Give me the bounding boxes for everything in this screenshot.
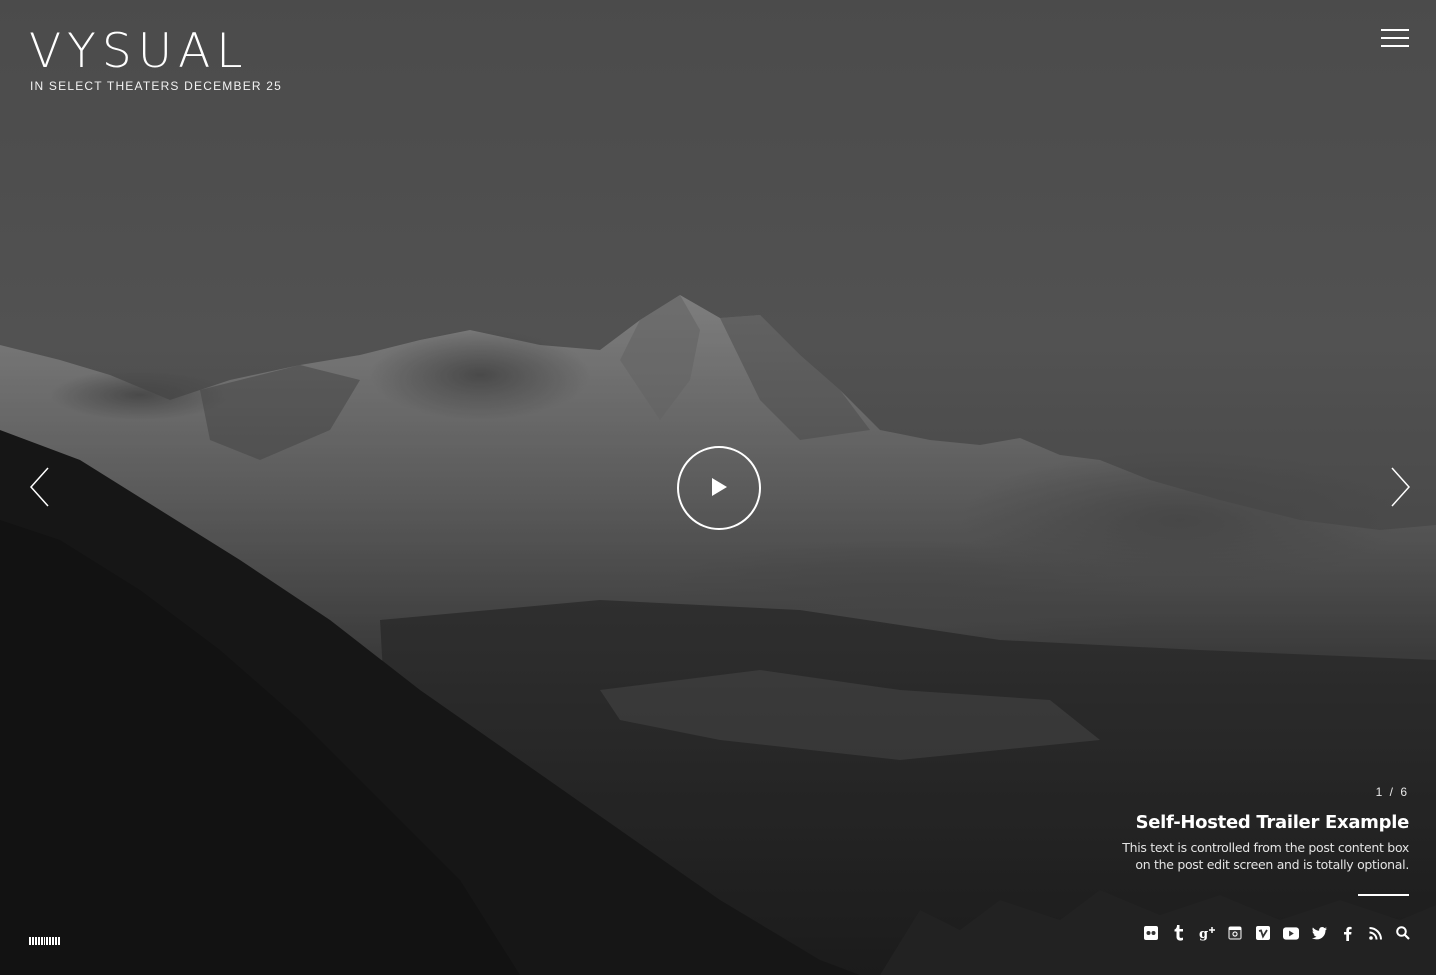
social-links: g — [1143, 925, 1411, 941]
play-icon — [712, 478, 727, 496]
youtube-icon[interactable] — [1283, 925, 1299, 941]
chevron-left-icon[interactable] — [28, 466, 52, 508]
hamburger-menu-icon[interactable] — [1381, 28, 1409, 48]
caption-divider — [1358, 894, 1409, 896]
chevron-right-icon[interactable] — [1388, 466, 1412, 508]
film-strip-icon[interactable] — [29, 937, 60, 945]
vimeo-icon[interactable] — [1255, 925, 1271, 941]
twitter-icon[interactable] — [1311, 925, 1327, 941]
flickr-icon[interactable] — [1143, 925, 1159, 941]
svg-text:g: g — [1199, 927, 1208, 941]
google-plus-icon[interactable]: g — [1199, 925, 1215, 941]
slide-caption: Self-Hosted Trailer Example This text is… — [989, 812, 1409, 873]
facebook-icon[interactable] — [1339, 925, 1355, 941]
instagram-icon[interactable] — [1227, 925, 1243, 941]
site-logo[interactable]: VYSUAL — [29, 28, 282, 76]
site-tagline: IN SELECT THEATERS DECEMBER 25 — [30, 79, 283, 93]
tumblr-icon[interactable] — [1171, 925, 1187, 941]
site-brand[interactable]: VYSUAL IN SELECT THEATERS DECEMBER 25 — [29, 28, 283, 94]
search-icon[interactable] — [1395, 925, 1411, 941]
slide-description: This text is controlled from the post co… — [1122, 840, 1409, 872]
rss-icon[interactable] — [1367, 925, 1383, 941]
play-button[interactable] — [677, 446, 761, 530]
slide-title[interactable]: Self-Hosted Trailer Example — [989, 812, 1410, 833]
slide-counter: 1 / 6 — [1375, 785, 1409, 799]
